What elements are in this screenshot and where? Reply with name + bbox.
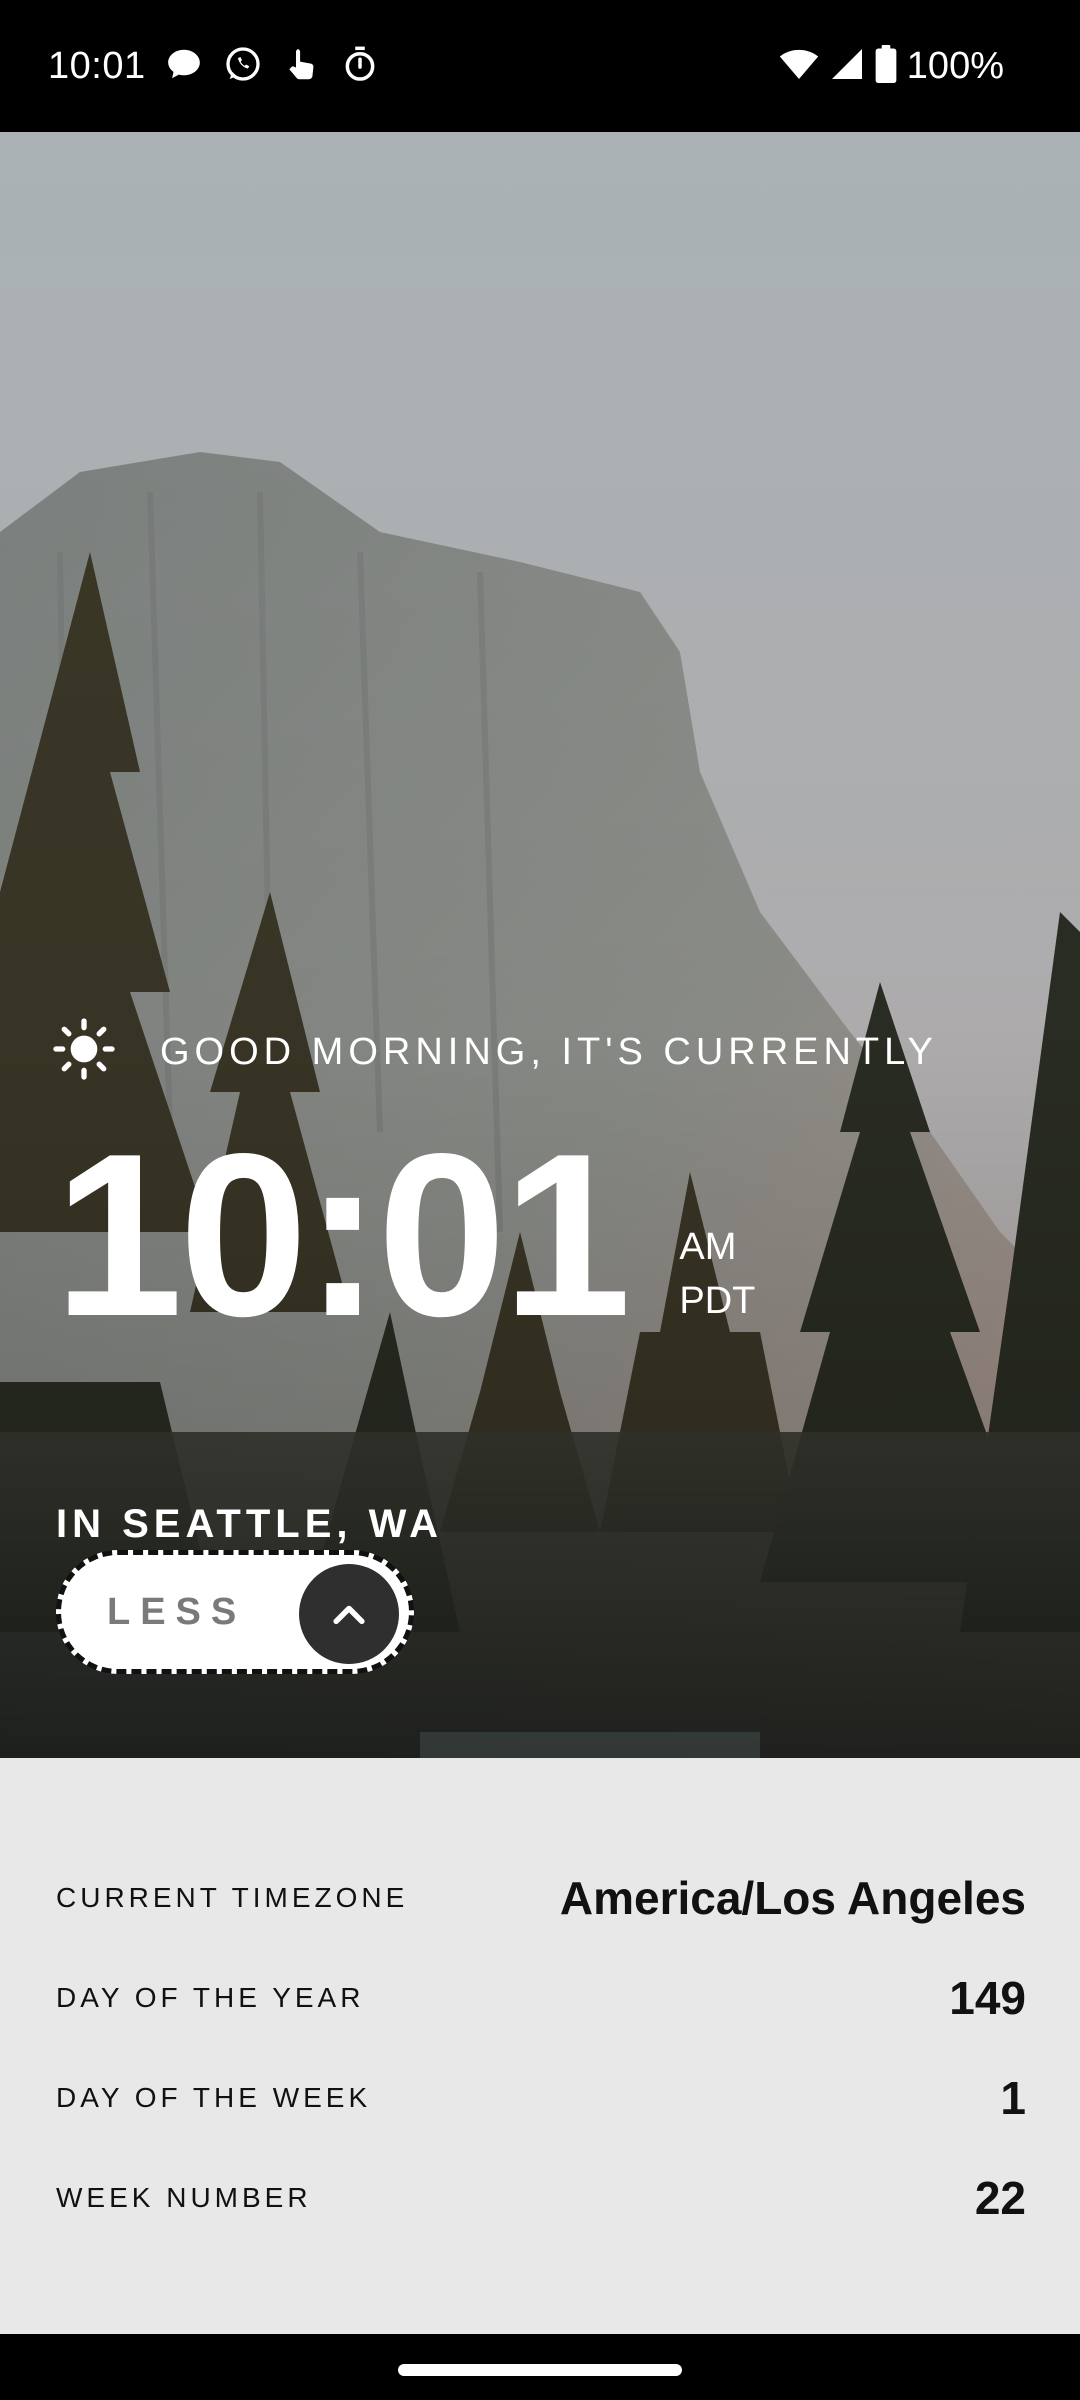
status-time: 10:01: [48, 45, 146, 87]
detail-value: 22: [974, 2172, 1026, 2224]
detail-row-day-of-week: DAY OF THE WEEK 1: [56, 2063, 1026, 2133]
greeting-row: GOOD MORNING, IT'S CURRENTLY: [52, 1017, 938, 1086]
clock-time: 10:01: [54, 1106, 631, 1365]
whatsapp-icon: [223, 44, 263, 84]
navigation-bar: [0, 2334, 1080, 2400]
chevron-up-icon: [299, 1564, 399, 1664]
touch-icon: [283, 45, 321, 83]
hero-section: GOOD MORNING, IT'S CURRENTLY 10:01 AM PD…: [0, 132, 1080, 1758]
greeting-text: GOOD MORNING, IT'S CURRENTLY: [160, 1030, 938, 1073]
battery-icon: [875, 44, 897, 88]
status-bar: 10:01 100%: [0, 0, 1080, 132]
detail-value: 1: [1000, 2072, 1026, 2124]
detail-label: CURRENT TIMEZONE: [56, 1882, 409, 1913]
timer-icon: [341, 45, 379, 83]
clock-suffix: AM PDT: [679, 1220, 755, 1328]
detail-value: America/Los Angeles: [559, 1872, 1026, 1924]
detail-label: DAY OF THE WEEK: [56, 2082, 372, 2113]
less-toggle-button[interactable]: LESS: [56, 1550, 414, 1674]
detail-row-timezone: CURRENT TIMEZONE America/Los Angeles: [56, 1863, 1026, 1933]
battery-percent: 100%: [906, 45, 1004, 87]
system-status: 100%: [779, 42, 1004, 90]
timezone-abbr: PDT: [679, 1280, 756, 1322]
detail-row-day-of-year: DAY OF THE YEAR 149: [56, 1963, 1026, 2033]
signal-icon: [829, 46, 865, 87]
sun-icon: [52, 1017, 116, 1086]
clock: 10:01 AM PDT: [54, 1120, 755, 1352]
detail-label: DAY OF THE YEAR: [56, 1982, 365, 2013]
chat-bubble-icon: [165, 45, 203, 83]
detail-value: 149: [949, 1972, 1026, 2024]
location-text: IN SEATTLE, WA: [56, 1502, 444, 1546]
details-panel: CURRENT TIMEZONE America/Los Angeles DAY…: [0, 1758, 1080, 2334]
detail-row-week-number: WEEK NUMBER 22: [56, 2163, 1026, 2233]
notification-icons: [165, 44, 379, 84]
meridiem: AM: [679, 1226, 737, 1268]
detail-label: WEEK NUMBER: [56, 2182, 312, 2213]
less-label: LESS: [107, 1591, 247, 1633]
home-gesture-handle[interactable]: [398, 2364, 682, 2376]
wifi-icon: [779, 44, 819, 89]
